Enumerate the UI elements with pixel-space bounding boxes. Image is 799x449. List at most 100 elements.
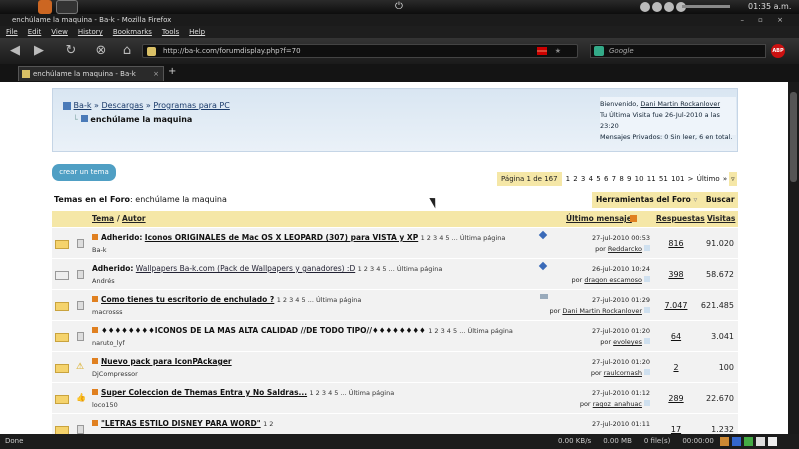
addon-2-icon[interactable] — [732, 437, 741, 446]
col-ultimo[interactable]: Último mensaje — [566, 211, 632, 227]
thread-link[interactable]: Wallpapers Ba-k.com (Pack de Wallpapers … — [136, 264, 355, 273]
home-icon[interactable]: ⌂ — [118, 42, 136, 60]
menu-file[interactable]: File — [6, 26, 18, 38]
menu-help[interactable]: Help — [189, 26, 205, 38]
page-numbers[interactable]: 1 2 3 4 5 6 7 8 9 10 11 51 101 > Último … — [562, 172, 728, 186]
bookmark-star-icon[interactable]: ★ — [555, 45, 561, 57]
thread-link[interactable]: Nuevo pack para IconPAckager — [101, 357, 232, 366]
next-icon[interactable] — [664, 2, 674, 12]
thread-pages[interactable]: 1 2 — [263, 420, 273, 428]
pager-dropdown-icon[interactable]: ▿ — [729, 172, 737, 186]
reload-icon[interactable]: ↻ — [62, 42, 80, 60]
col-autor[interactable]: Autor — [122, 211, 146, 227]
goto-last-icon[interactable] — [644, 276, 650, 282]
thread-pages[interactable]: 1 2 3 4 5 ... Última página — [309, 389, 394, 397]
col-tema[interactable]: Tema — [92, 211, 114, 227]
addon-5-icon[interactable] — [768, 437, 777, 446]
chrome-icon[interactable] — [38, 0, 52, 14]
power-icon[interactable]: ⏻ — [395, 1, 403, 12]
menu-edit[interactable]: Edit — [28, 26, 42, 38]
view-count: 58.672 — [706, 270, 734, 279]
stop-icon[interactable]: ⊗ — [92, 42, 110, 60]
terminal-icon[interactable] — [56, 0, 78, 14]
new-post-icon[interactable] — [92, 420, 98, 426]
new-post-icon[interactable] — [92, 327, 98, 333]
thread-link[interactable]: Super Coleccion de Themas Entra y No Sal… — [101, 388, 307, 397]
menu-history[interactable]: History — [78, 26, 103, 38]
table-row: "LETRAS ESTILO DISNEY PARA WORD" 1 2 27-… — [52, 414, 738, 434]
menu-bookmarks[interactable]: Bookmarks — [113, 26, 152, 38]
page-scrollbar[interactable] — [788, 82, 799, 434]
play-icon[interactable] — [652, 2, 662, 12]
last-post: 27-jul-2010 01:11 — [592, 419, 650, 430]
last-post-user[interactable]: Dani Martin Rockanlover — [562, 307, 642, 315]
breadcrumb-site[interactable]: Ba-k — [74, 101, 92, 110]
tab-current[interactable]: enchúlame la maquina - Ba-k × — [18, 66, 164, 81]
forum-tools-bar: Herramientas del Foro ▿ Buscar ▿ — [592, 192, 738, 220]
forum-tools-menu[interactable]: Herramientas del Foro — [596, 195, 691, 204]
breadcrumb-programas[interactable]: Programas para PC — [153, 101, 230, 110]
adblock-icon[interactable]: ABP — [771, 44, 785, 58]
volume-slider[interactable] — [682, 5, 730, 8]
goto-last-icon[interactable] — [644, 369, 650, 375]
last-post-user[interactable]: evoleyes — [613, 338, 642, 346]
new-thread-button[interactable]: crear un tema — [52, 164, 116, 181]
reply-count[interactable]: 398 — [656, 270, 696, 279]
goto-last-icon[interactable] — [644, 338, 650, 344]
goto-last-icon[interactable] — [644, 400, 650, 406]
goto-last-icon[interactable] — [644, 245, 650, 251]
search-input[interactable]: Google ⚲ — [590, 44, 781, 58]
thread-link[interactable]: ♦♦♦♦♦♦♦♦ICONOS DE LA MAS ALTA CALIDAD //… — [101, 326, 426, 335]
addon-3-icon[interactable] — [744, 437, 753, 446]
view-count: 22.670 — [706, 394, 734, 403]
reply-count[interactable]: 7.047 — [656, 301, 696, 310]
thread-pages[interactable]: 1 2 3 4 5 ... Última página — [428, 327, 513, 335]
reply-count[interactable]: 2 — [656, 363, 696, 372]
window-titlebar: enchúlame la maquina - Ba-k - Mozilla Fi… — [0, 14, 799, 26]
last-post-user[interactable]: raulcornash — [604, 369, 642, 377]
window-controls[interactable]: – ▫ × — [740, 14, 789, 26]
col-respuestas[interactable]: Respuestas — [656, 211, 705, 227]
reply-count[interactable]: 64 — [656, 332, 696, 341]
search-forum-menu[interactable]: Buscar — [706, 195, 735, 204]
reply-count[interactable]: 289 — [656, 394, 696, 403]
addon-1-icon[interactable] — [720, 437, 729, 446]
thread-pages[interactable]: 1 2 3 4 5 ... Última página — [358, 265, 443, 273]
new-post-icon[interactable] — [92, 234, 98, 240]
sort-icon[interactable] — [630, 215, 637, 222]
scrollbar-thumb[interactable] — [790, 92, 797, 182]
thread-link[interactable]: Como tienes tu escritorio de enchulado ? — [101, 295, 274, 304]
last-post-user[interactable]: dragon escamoso — [584, 276, 642, 284]
addon-4-icon[interactable] — [756, 437, 765, 446]
reply-count[interactable]: 17 — [656, 425, 696, 434]
view-count: 91.020 — [706, 239, 734, 248]
breadcrumb-descargas[interactable]: Descargas — [101, 101, 143, 110]
forward-icon[interactable]: ▶ — [30, 42, 48, 60]
private-messages-text[interactable]: Mensajes Privados: 0 Sin leer, 6 en tota… — [600, 132, 734, 143]
clock: 01:35 a.m. — [748, 2, 792, 11]
url-bar[interactable]: http://ba-k.com/forumdisplay.php?f=70 ★ — [142, 44, 578, 58]
menu-view[interactable]: View — [51, 26, 68, 38]
goto-last-icon[interactable] — [644, 307, 650, 313]
thread-link[interactable]: Iconos ORIGINALES de Mac OS X LEOPARD (3… — [145, 233, 418, 242]
reply-count[interactable]: 816 — [656, 239, 696, 248]
back-icon[interactable]: ◀ — [6, 42, 24, 60]
prev-icon[interactable] — [640, 2, 650, 12]
new-post-icon[interactable] — [92, 389, 98, 395]
col-visitas[interactable]: Visitas — [707, 211, 735, 227]
thread-pages[interactable]: 1 2 3 4 5 ... Última página — [277, 296, 362, 304]
sticky-pin-icon — [538, 230, 548, 240]
menu-tools[interactable]: Tools — [162, 26, 179, 38]
new-tab-icon[interactable]: + — [168, 66, 176, 77]
last-post-user[interactable]: Reddarcko — [608, 245, 642, 253]
new-post-icon[interactable] — [92, 358, 98, 364]
thread-pages[interactable]: 1 2 3 4 5 ... Última página — [421, 234, 506, 242]
welcome-user-link[interactable]: Dani Martin Rockanlover — [640, 100, 720, 108]
last-post-user[interactable]: ragoz_anahuac — [593, 400, 642, 408]
new-post-icon[interactable] — [92, 296, 98, 302]
view-count: 100 — [718, 363, 734, 372]
tab-label: enchúlame la maquina - Ba-k — [33, 70, 136, 78]
thread-link[interactable]: "LETRAS ESTILO DISNEY PARA WORD" — [101, 419, 261, 428]
close-tab-icon[interactable]: × — [153, 67, 159, 81]
last-post-by: por — [590, 369, 602, 377]
